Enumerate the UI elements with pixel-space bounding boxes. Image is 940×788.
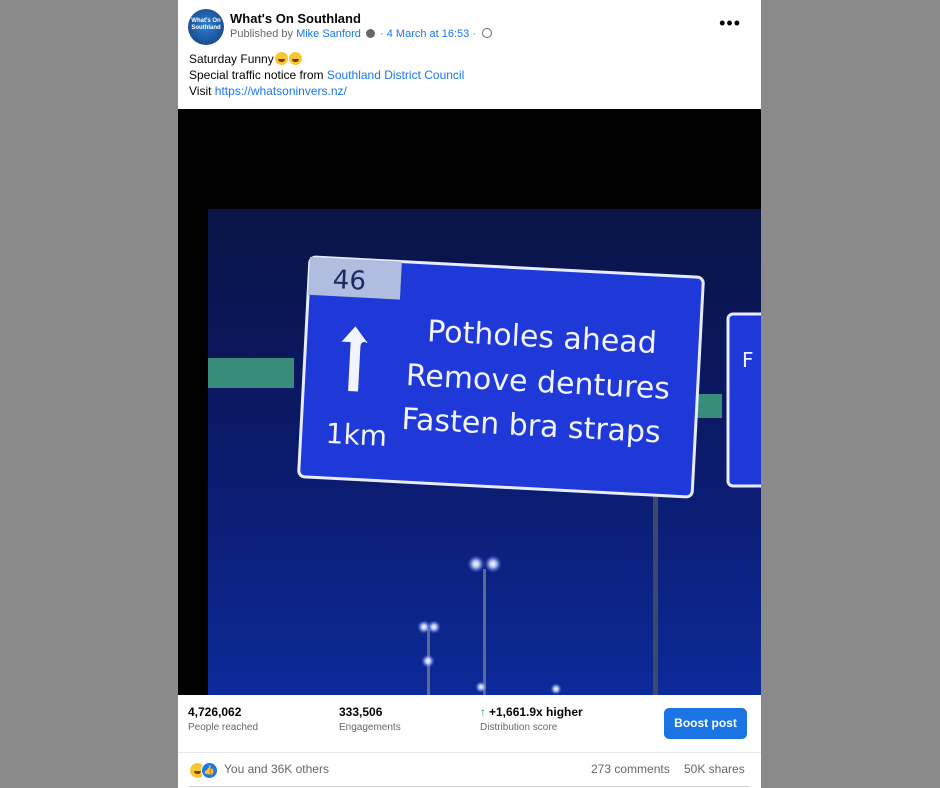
road-sign-photo: 46 Potholes ahead Remove dentures Fasten… xyxy=(178,109,761,695)
engagements-stat[interactable]: 333,506 Engagements xyxy=(339,705,401,733)
avatar-logo-text: What's On Southland xyxy=(191,18,221,31)
like-reaction-icon: 👍 xyxy=(201,762,218,779)
side-road-sign xyxy=(726,312,761,488)
post-meta: Published by Mike Sanford · 4 March at 1… xyxy=(230,28,493,40)
author-link[interactable]: Mike Sanford xyxy=(296,28,361,40)
post-card: What's On Southland What's On Southland … xyxy=(178,0,761,788)
side-sign-text: F E (I xyxy=(742,348,761,372)
insights-bar: 4,726,062 People reached 333,506 Engagem… xyxy=(178,695,761,753)
up-arrow-icon: ↑ xyxy=(480,705,486,719)
distribution-stat[interactable]: ↑ +1,661.9x higher Distribution score xyxy=(480,705,583,733)
reaction-icons[interactable]: 👍 xyxy=(189,762,221,779)
street-light xyxy=(427,620,441,634)
distribution-label: Distribution score xyxy=(480,722,558,733)
council-link[interactable]: Southland District Council xyxy=(327,68,464,82)
laughing-emoji-icon xyxy=(288,52,302,65)
reach-stat[interactable]: 4,726,062 People reached xyxy=(188,705,258,733)
more-options-icon[interactable]: ••• xyxy=(719,14,741,32)
boost-post-button[interactable]: Boost post xyxy=(664,708,747,739)
laughing-emoji-icon xyxy=(274,52,288,65)
post-image[interactable]: 46 Potholes ahead Remove dentures Fasten… xyxy=(178,109,761,695)
website-link[interactable]: https://whatsoninvers.nz/ xyxy=(215,84,347,98)
reactions-bar: 👍 You and 36K others 273 comments 50K sh… xyxy=(178,752,761,788)
reach-label: People reached xyxy=(188,722,259,733)
page-name-link[interactable]: What's On Southland xyxy=(230,11,361,26)
published-by-label: Published by xyxy=(230,28,293,40)
street-light xyxy=(550,683,562,695)
street-light xyxy=(467,555,485,573)
gantry-beam-left xyxy=(208,358,294,388)
sign-pole xyxy=(653,484,658,695)
meta-separator-2: · xyxy=(472,28,477,40)
post-line-1: Saturday Funny xyxy=(189,51,464,67)
post-line-2: Special traffic notice from Southland Di… xyxy=(189,68,465,82)
page-avatar[interactable]: What's On Southland xyxy=(188,9,224,45)
sign-distance: 1km xyxy=(325,417,388,453)
street-light xyxy=(484,555,502,573)
route-number: 46 xyxy=(332,265,367,297)
reach-value: 4,726,062 xyxy=(188,705,242,719)
divider xyxy=(189,786,750,787)
shares-count[interactable]: 50K shares xyxy=(684,762,745,776)
comments-count[interactable]: 273 comments xyxy=(591,762,670,776)
post-text: Saturday Funny Special traffic notice fr… xyxy=(189,51,464,99)
post-header: What's On Southland What's On Southland … xyxy=(178,0,761,108)
street-light xyxy=(421,654,435,668)
globe-icon xyxy=(482,28,493,38)
timestamp-link[interactable]: 4 March at 16:53 xyxy=(387,28,470,40)
reactions-count[interactable]: You and 36K others xyxy=(224,762,329,776)
distribution-value: +1,661.9x higher xyxy=(489,705,583,719)
light-pole xyxy=(483,569,486,695)
post-line-3: Visit https://whatsoninvers.nz/ xyxy=(189,84,347,98)
engagements-value: 333,506 xyxy=(339,705,383,719)
meta-separator: · xyxy=(380,28,384,40)
engagements-label: Engagements xyxy=(339,722,401,733)
street-light xyxy=(475,681,487,693)
info-icon[interactable] xyxy=(365,29,375,38)
